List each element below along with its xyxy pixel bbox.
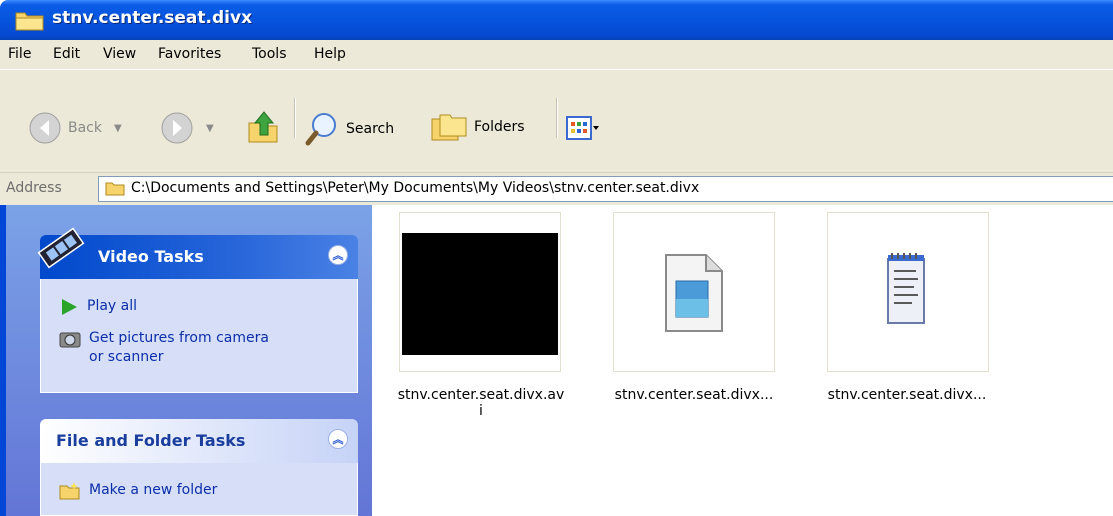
task-play-all[interactable]: Play all xyxy=(59,297,137,317)
search-label: Search xyxy=(346,121,395,137)
forward-dropdown-icon[interactable]: ▼ xyxy=(206,123,214,134)
file-thumbnail-avi[interactable] xyxy=(399,212,561,372)
file-folder-tasks-body: Make a new folder xyxy=(40,463,358,516)
standard-toolbar: Back ▼ ▼ Search Folders xyxy=(0,70,1113,172)
media-file-icon xyxy=(665,254,723,332)
address-label: Address xyxy=(6,180,62,196)
menu-view[interactable]: View xyxy=(103,46,136,62)
up-folder-button[interactable] xyxy=(246,109,280,145)
views-icon xyxy=(566,116,599,140)
camera-icon xyxy=(59,332,81,348)
menu-favorites[interactable]: Favorites xyxy=(158,46,221,62)
folders-icon xyxy=(431,114,467,141)
video-tasks-body: Play all Get pictures from camera or scan… xyxy=(40,279,358,393)
menu-file[interactable]: File xyxy=(8,46,31,62)
film-strip-icon xyxy=(37,227,85,269)
file-folder-tasks-title: File and Folder Tasks xyxy=(56,431,246,450)
notepad-icon xyxy=(887,253,925,324)
address-bar: Address C:\Documents and Settings\Peter\… xyxy=(0,172,1113,205)
file-name-media[interactable]: stnv.center.seat.divx... xyxy=(593,387,795,403)
search-icon xyxy=(305,113,336,146)
forward-arrow-icon xyxy=(161,112,193,144)
task-pane: Video Tasks ︽ Play all Get pictures from… xyxy=(0,205,372,516)
new-folder-icon xyxy=(59,482,80,500)
back-button[interactable]: Back ▼ xyxy=(28,111,122,145)
file-name-text[interactable]: stnv.center.seat.divx... xyxy=(806,387,1008,403)
play-icon xyxy=(62,299,77,315)
title-bar[interactable]: stnv.center.seat.divx xyxy=(0,0,1113,40)
get-pictures-label: Get pictures from camera or scanner xyxy=(89,330,269,365)
back-arrow-icon xyxy=(29,112,61,144)
file-folder-tasks-header[interactable]: File and Folder Tasks ︽ xyxy=(40,419,358,463)
folder-icon xyxy=(105,182,125,196)
collapse-icon[interactable]: ︽ xyxy=(328,245,348,265)
search-button[interactable]: Search xyxy=(304,111,394,147)
video-tasks-title: Video Tasks xyxy=(98,247,204,266)
back-label: Back xyxy=(68,120,102,136)
address-field[interactable]: C:\Documents and Settings\Peter\My Docum… xyxy=(98,176,1113,202)
make-new-folder-label: Make a new folder xyxy=(89,482,218,498)
folder-icon xyxy=(15,12,44,31)
video-tasks-header[interactable]: Video Tasks ︽ xyxy=(37,227,358,279)
views-button[interactable] xyxy=(566,116,600,140)
video-thumbnail xyxy=(402,233,558,355)
menu-edit[interactable]: Edit xyxy=(53,46,80,62)
file-list[interactable]: stnv.center.seat.divx.av i stnv.center.se… xyxy=(372,205,1113,516)
task-get-pictures[interactable]: Get pictures from camera or scanner xyxy=(59,329,269,367)
file-thumbnail-media[interactable] xyxy=(613,212,775,372)
forward-button[interactable]: ▼ xyxy=(160,111,214,145)
up-folder-icon xyxy=(248,111,278,143)
file-thumbnail-text[interactable] xyxy=(827,212,989,372)
task-make-new-folder[interactable]: Make a new folder xyxy=(59,481,217,501)
file-name-avi[interactable]: stnv.center.seat.divx.av i xyxy=(378,387,584,419)
collapse-icon[interactable]: ︽ xyxy=(328,429,348,449)
menu-tools[interactable]: Tools xyxy=(252,46,287,62)
address-path: C:\Documents and Settings\Peter\My Docum… xyxy=(131,180,700,196)
menu-help[interactable]: Help xyxy=(314,46,346,62)
back-dropdown-icon[interactable]: ▼ xyxy=(114,123,122,134)
folders-button[interactable]: Folders xyxy=(430,111,525,143)
menu-bar: File Edit View Favorites Tools Help xyxy=(0,40,1113,70)
play-all-label: Play all xyxy=(87,298,138,314)
folders-label: Folders xyxy=(474,119,525,135)
window-title: stnv.center.seat.divx xyxy=(52,8,253,28)
